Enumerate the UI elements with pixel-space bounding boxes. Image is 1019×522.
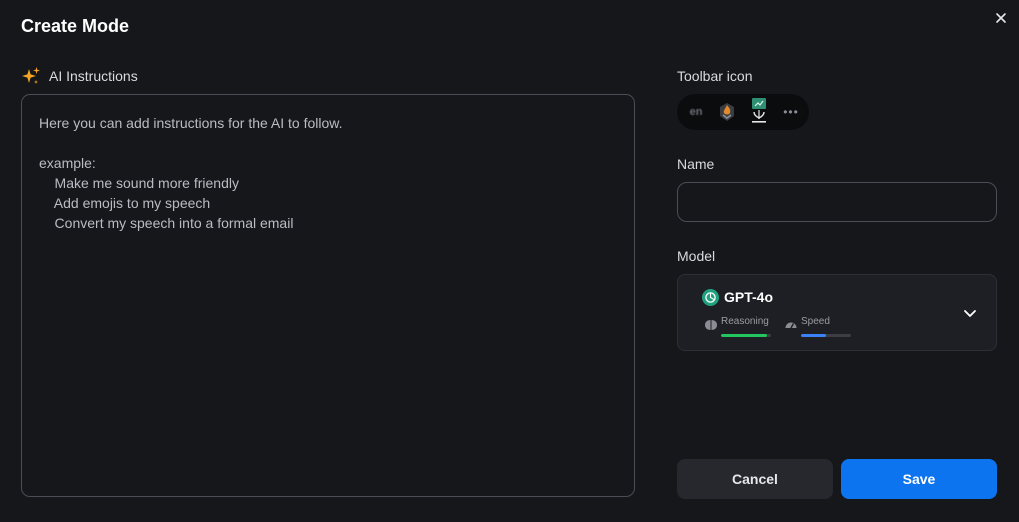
more-icon[interactable]: ••• [779,100,803,124]
speed-bar [801,334,851,337]
reasoning-bar-fill [721,334,767,337]
chevron-down-icon[interactable] [962,305,978,321]
dialog-title: Create Mode [21,16,130,36]
toolbar-icon-picker: en ••• [677,94,809,130]
cancel-button[interactable]: Cancel [677,459,833,499]
ai-instructions-label: AI Instructions [49,68,138,84]
model-select[interactable]: GPT-4o Reasoning Speed [677,274,997,351]
openai-logo-icon [702,289,719,306]
sparkles-icon [22,67,40,84]
toolbar-icon-label: Toolbar icon [677,68,753,84]
close-icon[interactable] [992,9,1010,27]
model-name: GPT-4o [724,289,774,305]
speed-label: Speed [801,316,830,327]
language-en-icon[interactable]: en [684,100,708,124]
flame-badge-icon[interactable] [715,100,739,124]
save-button[interactable]: Save [841,459,997,499]
speed-bar-fill [801,334,826,337]
shield-chart-icon[interactable] [747,98,771,123]
ai-instructions-textarea[interactable]: Here you can add instructions for the AI… [21,94,635,497]
model-label: Model [677,248,716,264]
create-mode-dialog: Create Mode AI Instructions Here you can… [0,0,1019,522]
name-label: Name [677,156,715,172]
name-input[interactable] [677,182,997,222]
reasoning-label: Reasoning [721,316,769,327]
gauge-icon [785,322,797,329]
brain-icon [705,320,717,330]
reasoning-bar [721,334,771,337]
